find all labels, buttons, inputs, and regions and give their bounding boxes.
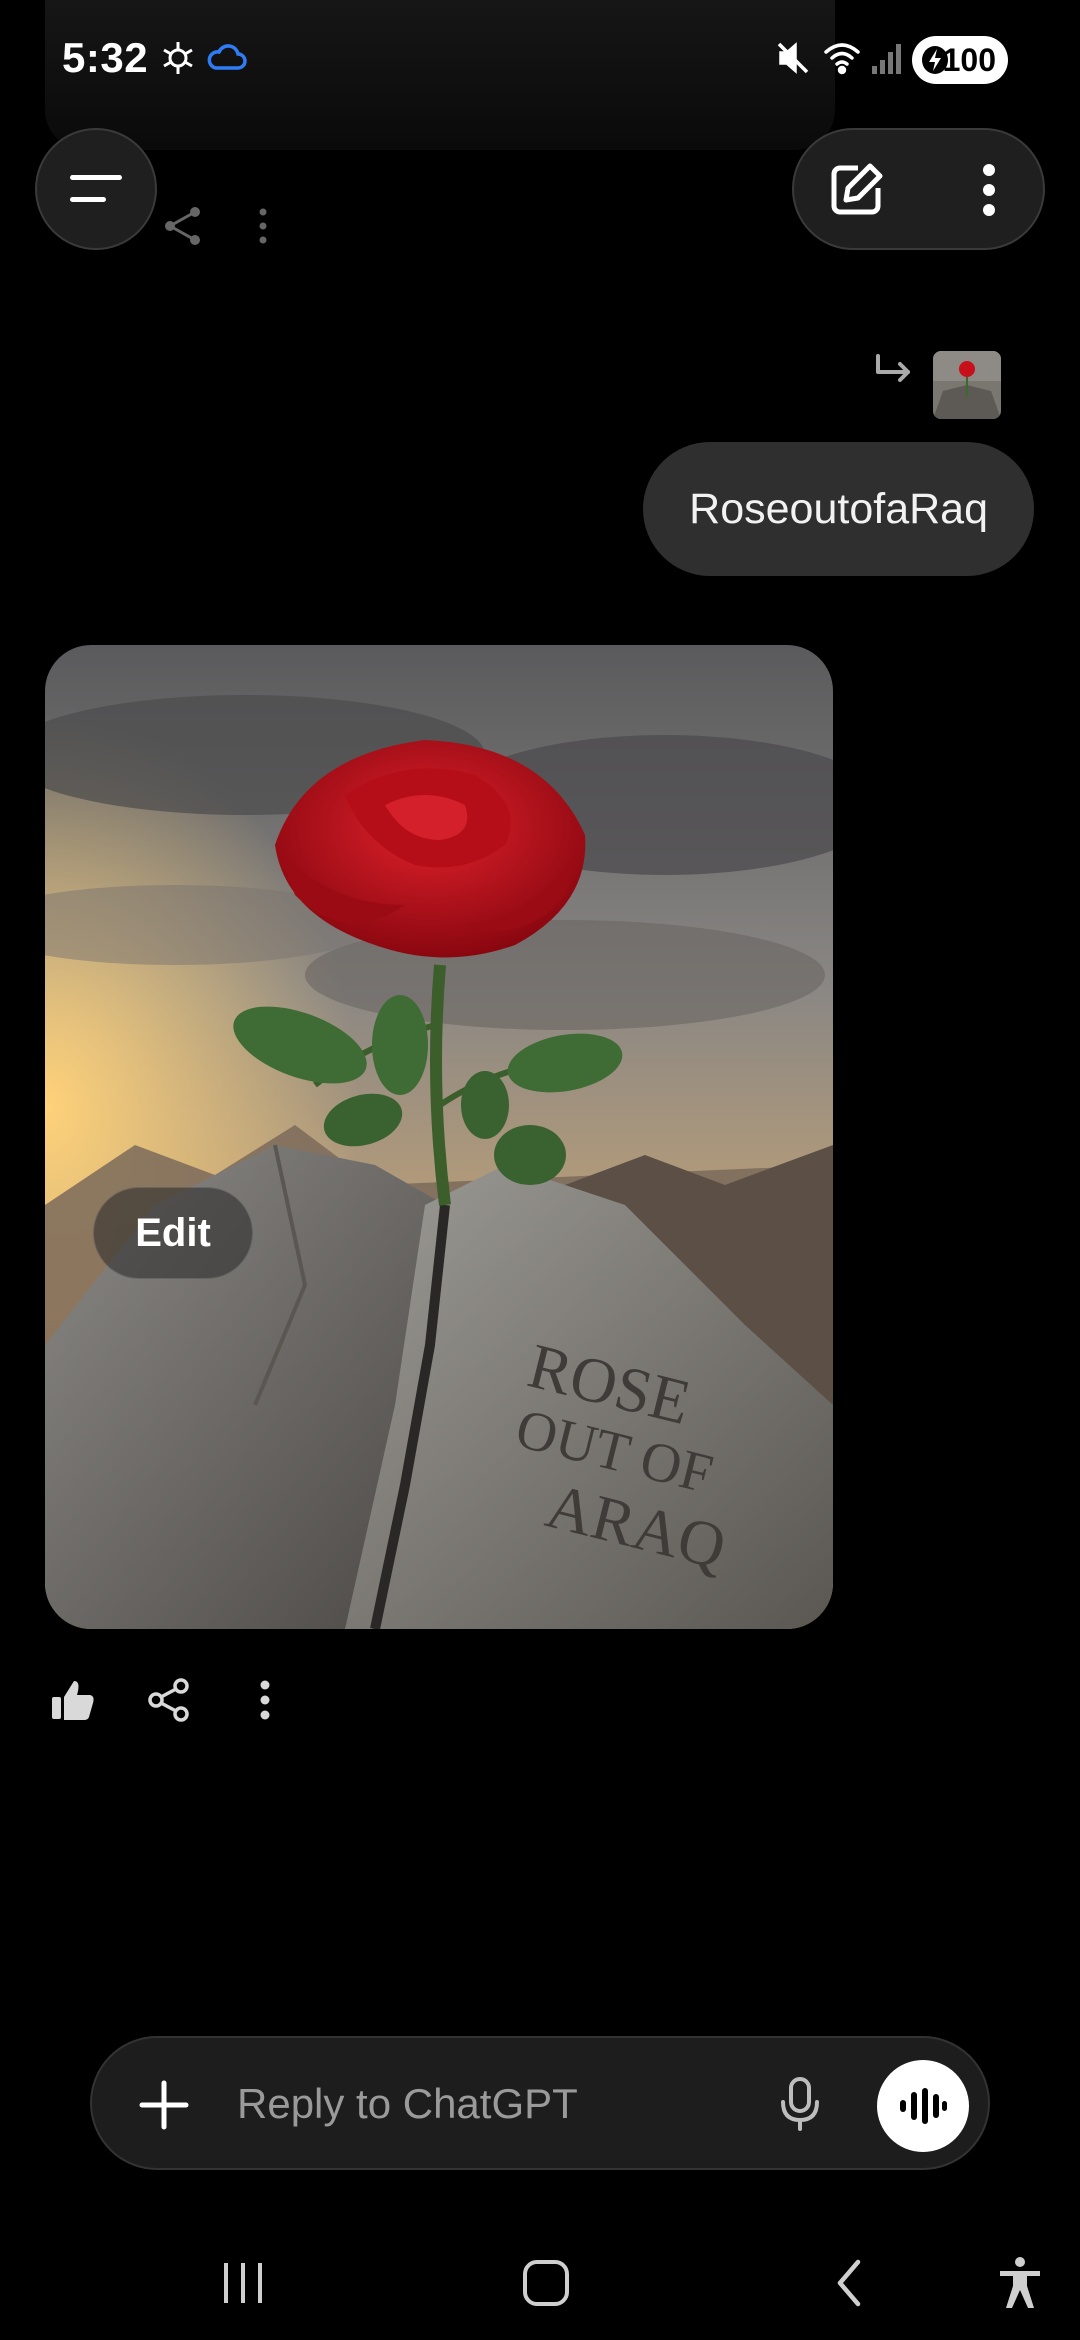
wifi-icon <box>822 38 862 83</box>
home-button[interactable] <box>511 2248 581 2318</box>
openai-icon <box>158 38 198 83</box>
back-button[interactable] <box>815 2248 885 2318</box>
reply-arrow-icon <box>872 352 916 397</box>
battery-level: 100 <box>942 41 996 78</box>
voice-mode-button[interactable] <box>877 2060 969 2152</box>
accessibility-icon <box>1000 2257 1040 2308</box>
new-chat-button[interactable] <box>824 158 888 222</box>
edit-image-label: Edit <box>135 1210 211 1255</box>
generated-image[interactable]: ROSE OUT OF ARAQ Edit <box>45 645 833 1629</box>
more-options-button[interactable] <box>957 158 1021 222</box>
attached-image-thumbnail[interactable] <box>933 351 1001 419</box>
reply-input[interactable] <box>237 2072 797 2136</box>
charging-icon <box>922 46 948 74</box>
user-message-bubble[interactable]: RoseoutofaRaq <box>643 442 1034 576</box>
edit-image-button[interactable]: Edit <box>93 1187 253 1279</box>
recent-apps-icon <box>224 2263 262 2303</box>
recent-apps-button[interactable] <box>208 2248 278 2318</box>
cloud-icon <box>205 38 249 83</box>
system-navigation-bar <box>0 2220 1080 2340</box>
more-vertical-icon <box>260 1680 270 1720</box>
accessibility-button[interactable] <box>985 2248 1055 2318</box>
share-button[interactable] <box>141 1672 197 1728</box>
back-icon <box>837 2259 861 2307</box>
message-composer <box>90 2036 990 2170</box>
response-actions <box>45 1672 333 1728</box>
more-actions-button[interactable] <box>237 1672 293 1728</box>
microphone-icon <box>781 2077 819 2131</box>
signal-icon <box>870 38 906 83</box>
header-actions <box>792 128 1045 250</box>
previous-message-actions <box>50 200 290 261</box>
dictation-button[interactable] <box>768 2072 832 2136</box>
status-bar: 5:32 100 <box>0 0 1080 150</box>
thumbs-up-icon <box>52 1681 94 1720</box>
plus-icon <box>139 2080 189 2130</box>
share-icon <box>148 1678 189 1722</box>
thumbs-up-button[interactable] <box>45 1672 101 1728</box>
edit-icon <box>831 163 883 215</box>
mute-icon <box>773 38 813 83</box>
more-vertical-icon <box>983 164 995 216</box>
user-message-text: RoseoutofaRaq <box>689 484 988 533</box>
battery-indicator: 100 <box>912 36 1008 84</box>
voice-waveform-icon <box>900 2088 947 2124</box>
home-icon <box>523 2260 569 2306</box>
status-time: 5:32 <box>62 34 149 81</box>
attach-button[interactable] <box>132 2073 196 2137</box>
